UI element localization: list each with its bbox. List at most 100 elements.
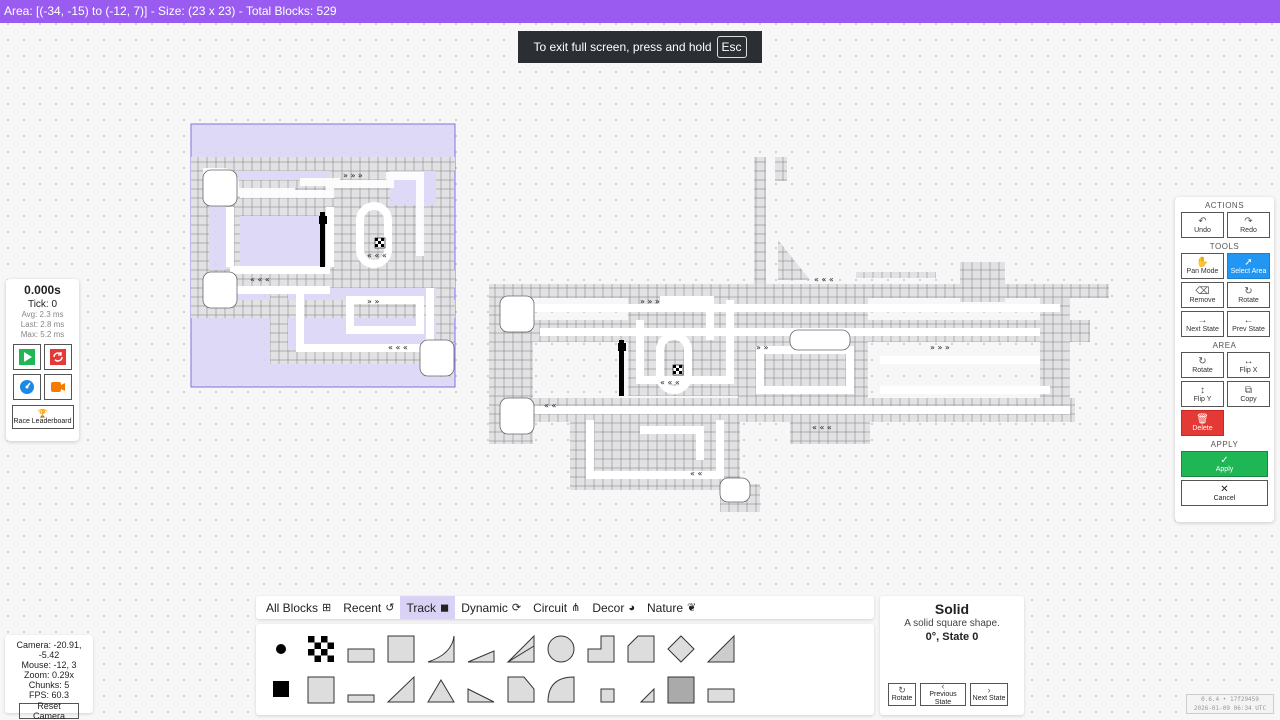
reset-camera-button[interactable]: Reset Camera	[19, 703, 79, 719]
cancel-label: Cancel	[1214, 495, 1236, 503]
close-icon: ✕	[1220, 484, 1228, 495]
camera-stats-panel: Camera: -20.91, -5.42 Mouse: -12, 3 Zoom…	[5, 635, 93, 713]
camera-position: Camera: -20.91, -5.42	[5, 640, 93, 660]
flip-y-button[interactable]: ↕Flip Y	[1181, 381, 1224, 407]
esc-key-hint: Esc	[717, 36, 747, 58]
block-chamfer[interactable]	[628, 636, 654, 662]
camera-icon	[50, 379, 66, 395]
reset-race-button[interactable]	[44, 344, 72, 370]
tab-track[interactable]: Track◼	[400, 596, 455, 619]
remove-button[interactable]: ⌫Remove	[1181, 282, 1224, 308]
record-button[interactable]	[44, 374, 72, 400]
arrow-right-icon: →	[1198, 315, 1208, 326]
block-solid-gray[interactable]	[668, 677, 694, 703]
apply-button[interactable]: ✓Apply	[1181, 451, 1268, 477]
flip-x-label: Flip X	[1240, 367, 1258, 375]
block-quarter-circle[interactable]	[548, 677, 574, 702]
undo-button[interactable]: ↶Undo	[1181, 212, 1224, 238]
tab-recent[interactable]: Recent↺	[337, 596, 400, 619]
max-time: Max: 5.2 ms	[6, 330, 79, 340]
rotate-tool-button[interactable]: ↻Rotate	[1227, 282, 1270, 308]
trash-icon: 🗑	[1196, 414, 1209, 425]
block-curve[interactable]	[428, 636, 454, 662]
flip-y-label: Flip Y	[1194, 396, 1212, 404]
tab-nature[interactable]: Nature❦	[641, 596, 702, 619]
trophy-icon: 🏆	[38, 409, 48, 418]
flip-horizontal-icon: ↔	[1244, 356, 1254, 367]
undo-label: Undo	[1194, 227, 1211, 235]
block-slope[interactable]	[508, 636, 534, 662]
tab-label: Dynamic	[461, 601, 508, 615]
version-line-1: 0.6.4 • 17f29459	[1187, 695, 1273, 704]
block-square[interactable]	[388, 636, 414, 662]
select-area-button[interactable]: ➚Select Area	[1227, 253, 1270, 279]
eraser-icon: ⌫	[1195, 286, 1209, 297]
cancel-button[interactable]: ✕Cancel	[1181, 480, 1268, 506]
svg-text:« « «: « « «	[250, 275, 270, 284]
block-triangle-right[interactable]	[708, 636, 734, 662]
info-rotate-button[interactable]: ↻Rotate	[888, 683, 916, 706]
flip-x-button[interactable]: ↔Flip X	[1227, 352, 1270, 378]
copy-button[interactable]: ⧉Copy	[1227, 381, 1270, 407]
actions-heading: ACTIONS	[1175, 200, 1274, 212]
block-circle[interactable]	[548, 636, 574, 662]
block-dot[interactable]	[276, 644, 286, 654]
tab-all-blocks[interactable]: All Blocks⊞	[260, 596, 337, 619]
block-solid[interactable]	[273, 681, 289, 697]
play-button[interactable]	[13, 344, 41, 370]
svg-text:« «: « «	[544, 401, 556, 410]
delete-label: Delete	[1192, 425, 1212, 433]
block-thin-slab[interactable]	[348, 695, 374, 702]
block-diamond[interactable]	[668, 636, 694, 662]
info-next-state-button[interactable]: ›Next State	[970, 683, 1008, 706]
block-wedge[interactable]	[388, 677, 414, 702]
grid-icon: ⊞	[322, 601, 331, 614]
block-step[interactable]	[588, 636, 614, 662]
cube-icon: ◼	[440, 601, 449, 614]
block-slab[interactable]	[348, 649, 374, 662]
prev-state-button[interactable]: ←Prev State	[1227, 311, 1270, 337]
block-peak[interactable]	[428, 680, 454, 702]
delete-button[interactable]: 🗑Delete	[1181, 410, 1224, 436]
tab-decor[interactable]: Decor◕	[586, 596, 641, 619]
svg-text:« « «: « « «	[388, 343, 408, 352]
history-icon: ↺	[385, 601, 394, 614]
block-bevel[interactable]	[508, 677, 534, 702]
chevron-left-icon: ‹	[942, 682, 945, 691]
next-state-button[interactable]: →Next State	[1181, 311, 1224, 337]
block-flat-slab[interactable]	[708, 689, 734, 702]
svg-text:» »: » »	[756, 343, 768, 352]
speed-button[interactable]	[13, 374, 41, 400]
area-rotate-button[interactable]: ↻Rotate	[1181, 352, 1224, 378]
main-track: » » » « « « « « « » » » « « « « « « « » …	[489, 157, 1109, 512]
race-timer-panel: 0.000s Tick: 0 Avg: 2.3 ms Last: 2.8 ms …	[6, 279, 79, 441]
block-category-tabs: All Blocks⊞ Recent↺ Track◼ Dynamic⟳ Circ…	[256, 596, 874, 619]
block-small-square[interactable]	[601, 689, 614, 702]
leaderboard-label: Race Leaderboard	[14, 418, 72, 425]
block-low-ramp[interactable]	[468, 651, 494, 662]
block-checker[interactable]	[308, 636, 334, 662]
undo-icon: ↶	[1198, 216, 1206, 227]
tools-heading: TOOLS	[1175, 241, 1274, 253]
refresh-icon	[50, 349, 66, 365]
tab-circuit[interactable]: Circuit⋔	[527, 596, 586, 619]
redo-button[interactable]: ↷Redo	[1227, 212, 1270, 238]
tab-label: Decor	[592, 601, 624, 615]
fullscreen-message: To exit full screen, press and hold	[533, 40, 711, 54]
tab-dynamic[interactable]: Dynamic⟳	[455, 596, 527, 619]
block-low-wedge[interactable]	[468, 689, 494, 702]
area-heading: AREA	[1175, 340, 1274, 352]
block-state: 0°, State 0	[880, 631, 1024, 643]
previous-state-button[interactable]: ‹Previous State	[920, 683, 966, 706]
race-leaderboard-button[interactable]: 🏆 Race Leaderboard	[12, 405, 74, 429]
flip-vertical-icon: ↕	[1200, 385, 1205, 396]
svg-text:» » »: » » »	[343, 171, 363, 180]
apply-heading: APPLY	[1175, 439, 1274, 451]
block-square-2[interactable]	[308, 677, 334, 703]
block-small-wedge[interactable]	[641, 689, 654, 702]
play-icon	[19, 349, 35, 365]
gauge-icon	[19, 379, 35, 395]
tools-panel: ACTIONS ↶Undo ↷Redo TOOLS ✋Pan Mode ➚Sel…	[1175, 197, 1274, 522]
pan-mode-button[interactable]: ✋Pan Mode	[1181, 253, 1224, 279]
tab-label: Nature	[647, 601, 683, 615]
